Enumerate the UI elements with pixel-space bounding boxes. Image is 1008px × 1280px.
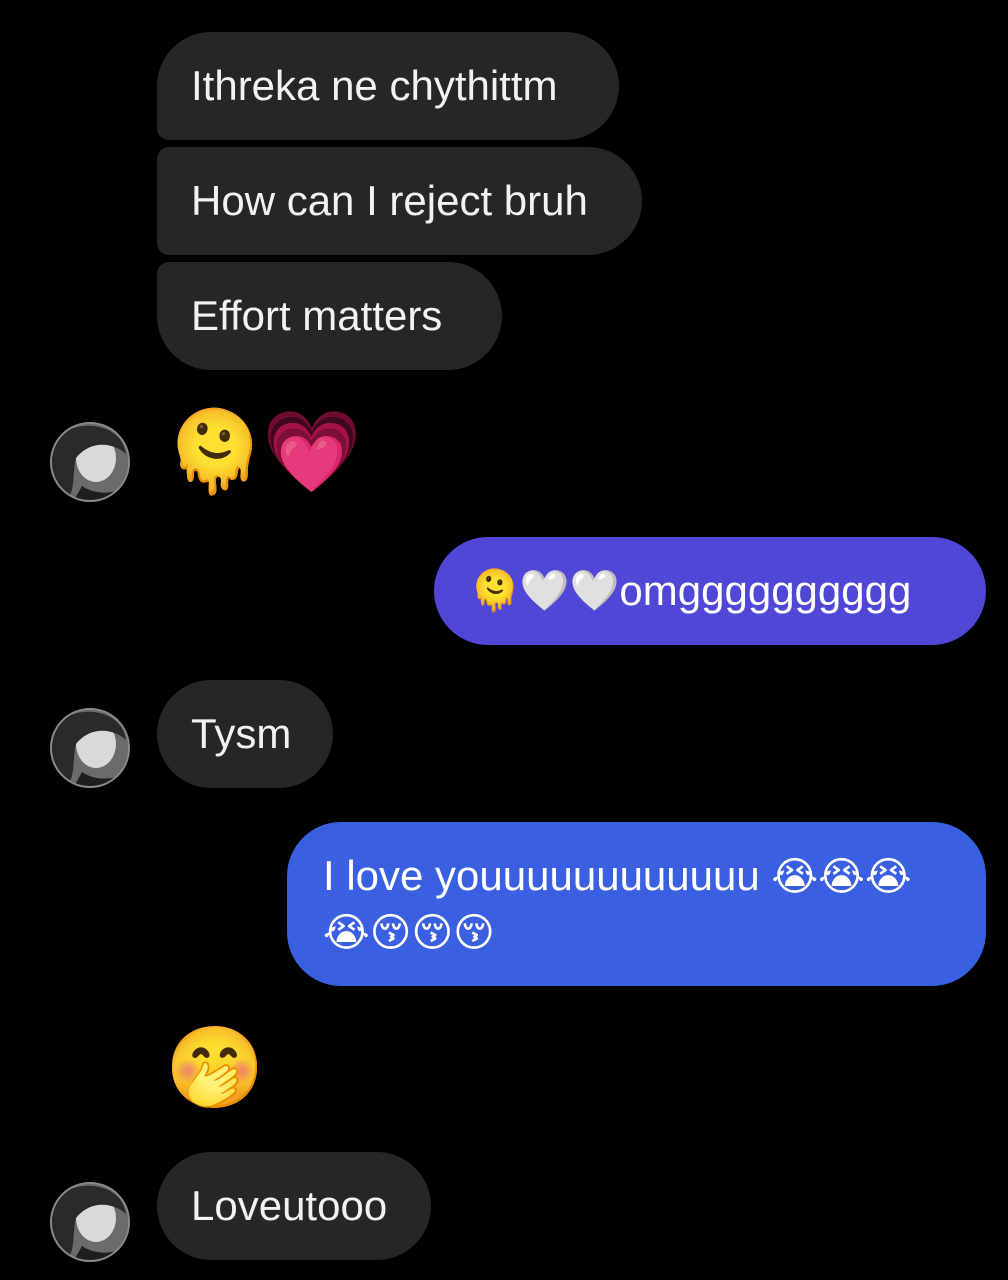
incoming-message[interactable]: Loveutooo bbox=[157, 1152, 431, 1260]
message-text: I love youuuuuuuuuuuu bbox=[323, 852, 760, 899]
contact-avatar-icon[interactable] bbox=[50, 1182, 130, 1262]
heart-emoji[interactable]: 💗 bbox=[262, 404, 362, 500]
message-text: How can I reject bruh bbox=[191, 177, 588, 224]
message-text: Effort matters bbox=[191, 292, 443, 339]
message-line: I love youuuuuuuuuuuu 😭😭😭 bbox=[323, 848, 950, 905]
outgoing-message[interactable]: I love youuuuuuuuuuuu 😭😭😭 😭😚😚😚 bbox=[287, 822, 986, 986]
message-text: Ithreka ne chythittm bbox=[191, 62, 558, 109]
message-text: omgggggggggg bbox=[619, 567, 912, 614]
incoming-message[interactable]: Ithreka ne chythittm bbox=[157, 32, 619, 140]
message-emoji: 🫠🤍🤍 bbox=[470, 569, 620, 613]
hand-over-mouth-emoji[interactable]: 🤭 bbox=[165, 1020, 265, 1116]
contact-avatar-icon[interactable] bbox=[50, 708, 130, 788]
message-text: Tysm bbox=[191, 710, 292, 757]
contact-avatar-icon[interactable] bbox=[50, 422, 130, 502]
message-text: Loveutooo bbox=[191, 1182, 388, 1229]
melting-face-emoji[interactable]: 🫠 bbox=[165, 404, 265, 500]
avatar-photo bbox=[52, 424, 128, 500]
message-emoji: 😭😚😚😚 bbox=[323, 911, 495, 955]
incoming-message[interactable]: Effort matters bbox=[157, 262, 502, 370]
outgoing-message[interactable]: 🫠🤍🤍 omgggggggggg bbox=[434, 537, 986, 645]
incoming-message[interactable]: Tysm bbox=[157, 680, 333, 788]
incoming-message[interactable]: How can I reject bruh bbox=[157, 147, 642, 255]
avatar-photo bbox=[52, 1184, 128, 1260]
message-emoji: 😭😭😭 bbox=[771, 855, 912, 899]
avatar-photo bbox=[52, 710, 128, 786]
